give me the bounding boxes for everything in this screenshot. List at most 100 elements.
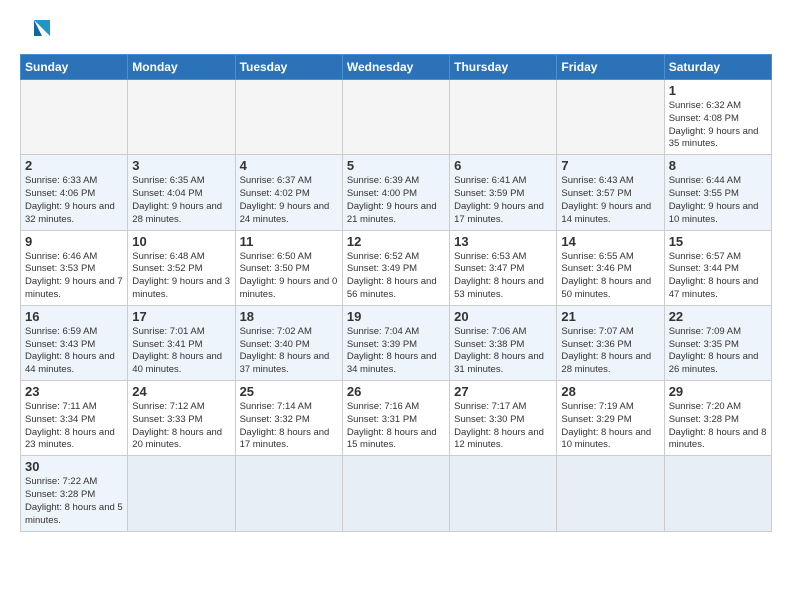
day-info: Sunrise: 7:14 AM Sunset: 3:32 PM Dayligh… [240,401,338,452]
day-info: Sunrise: 7:07 AM Sunset: 3:36 PM Dayligh… [561,326,659,377]
calendar-cell: 7 Sunrise: 6:43 AM Sunset: 3:57 PM Daylig… [557,155,664,230]
day-info: Sunrise: 6:53 AM Sunset: 3:47 PM Dayligh… [454,251,552,302]
calendar-cell [342,456,449,531]
day-number: 17 [132,309,230,324]
calendar-cell: 8 Sunrise: 6:44 AM Sunset: 3:55 PM Daylig… [664,155,771,230]
calendar-cell: 6Sunrise: 6:41 AM Sunset: 3:59 PM Daylig… [450,155,557,230]
day-number: 21 [561,309,659,324]
day-number: 14 [561,234,659,249]
calendar-week-row: 30 Sunrise: 7:22 AM Sunset: 3:28 PM Dayli… [21,456,772,531]
weekday-header-saturday: Saturday [664,55,771,80]
day-number: 24 [132,384,230,399]
calendar-cell: 21 Sunrise: 7:07 AM Sunset: 3:36 PM Dayli… [557,305,664,380]
calendar-cell: 11 Sunrise: 6:50 AM Sunset: 3:50 PM Dayli… [235,230,342,305]
day-number: 25 [240,384,338,399]
calendar-cell: 3 Sunrise: 6:35 AM Sunset: 4:04 PM Daylig… [128,155,235,230]
calendar-cell: 18 Sunrise: 7:02 AM Sunset: 3:40 PM Dayli… [235,305,342,380]
day-number: 6 [454,158,552,173]
calendar: SundayMondayTuesdayWednesdayThursdayFrid… [20,54,772,532]
day-number: 29 [669,384,767,399]
calendar-cell [450,80,557,155]
calendar-week-row: 23 Sunrise: 7:11 AM Sunset: 3:34 PM Dayli… [21,381,772,456]
day-number: 10 [132,234,230,249]
day-info: Sunrise: 7:04 AM Sunset: 3:39 PM Dayligh… [347,326,445,377]
day-info: Sunrise: 6:52 AM Sunset: 3:49 PM Dayligh… [347,251,445,302]
calendar-cell: 14 Sunrise: 6:55 AM Sunset: 3:46 PM Dayli… [557,230,664,305]
day-number: 26 [347,384,445,399]
calendar-cell: 23 Sunrise: 7:11 AM Sunset: 3:34 PM Dayli… [21,381,128,456]
calendar-week-row: 16 Sunrise: 6:59 AM Sunset: 3:43 PM Dayli… [21,305,772,380]
day-number: 27 [454,384,552,399]
calendar-cell: 25 Sunrise: 7:14 AM Sunset: 3:32 PM Dayli… [235,381,342,456]
day-number: 9 [25,234,123,249]
day-number: 30 [25,459,123,474]
day-number: 4 [240,158,338,173]
day-info: Sunrise: 6:43 AM Sunset: 3:57 PM Dayligh… [561,175,659,226]
day-number: 22 [669,309,767,324]
calendar-cell: 1 Sunrise: 6:32 AM Sunset: 4:08 PM Daylig… [664,80,771,155]
day-info: Sunrise: 6:39 AM Sunset: 4:00 PM Dayligh… [347,175,445,226]
day-info: Sunrise: 6:55 AM Sunset: 3:46 PM Dayligh… [561,251,659,302]
calendar-cell [128,456,235,531]
day-info: Sunrise: 6:33 AM Sunset: 4:06 PM Dayligh… [25,175,123,226]
day-number: 2 [25,158,123,173]
day-number: 18 [240,309,338,324]
day-info: Sunrise: 6:50 AM Sunset: 3:50 PM Dayligh… [240,251,338,302]
calendar-cell [128,80,235,155]
calendar-cell: 30 Sunrise: 7:22 AM Sunset: 3:28 PM Dayli… [21,456,128,531]
calendar-cell: 22 Sunrise: 7:09 AM Sunset: 3:35 PM Dayli… [664,305,771,380]
day-info: Sunrise: 6:35 AM Sunset: 4:04 PM Dayligh… [132,175,230,226]
calendar-cell [342,80,449,155]
calendar-cell: 20Sunrise: 7:06 AM Sunset: 3:38 PM Dayli… [450,305,557,380]
weekday-header-row: SundayMondayTuesdayWednesdayThursdayFrid… [21,55,772,80]
weekday-header-tuesday: Tuesday [235,55,342,80]
day-number: 12 [347,234,445,249]
day-number: 13 [454,234,552,249]
day-number: 5 [347,158,445,173]
calendar-cell [235,456,342,531]
calendar-cell [557,80,664,155]
day-info: Sunrise: 6:32 AM Sunset: 4:08 PM Dayligh… [669,100,767,151]
day-number: 23 [25,384,123,399]
day-info: Sunrise: 7:11 AM Sunset: 3:34 PM Dayligh… [25,401,123,452]
day-number: 19 [347,309,445,324]
day-info: Sunrise: 7:02 AM Sunset: 3:40 PM Dayligh… [240,326,338,377]
calendar-week-row: 9 Sunrise: 6:46 AM Sunset: 3:53 PM Daylig… [21,230,772,305]
day-info: Sunrise: 7:09 AM Sunset: 3:35 PM Dayligh… [669,326,767,377]
calendar-cell [21,80,128,155]
day-number: 8 [669,158,767,173]
day-number: 7 [561,158,659,173]
calendar-week-row: 1 Sunrise: 6:32 AM Sunset: 4:08 PM Daylig… [21,80,772,155]
weekday-header-sunday: Sunday [21,55,128,80]
calendar-cell [664,456,771,531]
calendar-cell: 2 Sunrise: 6:33 AM Sunset: 4:06 PM Daylig… [21,155,128,230]
calendar-cell: 10 Sunrise: 6:48 AM Sunset: 3:52 PM Dayli… [128,230,235,305]
calendar-cell [450,456,557,531]
day-number: 11 [240,234,338,249]
weekday-header-monday: Monday [128,55,235,80]
day-info: Sunrise: 6:59 AM Sunset: 3:43 PM Dayligh… [25,326,123,377]
day-number: 3 [132,158,230,173]
calendar-cell: 13 Sunrise: 6:53 AM Sunset: 3:47 PM Dayli… [450,230,557,305]
calendar-cell: 16 Sunrise: 6:59 AM Sunset: 3:43 PM Dayli… [21,305,128,380]
calendar-cell: 9 Sunrise: 6:46 AM Sunset: 3:53 PM Daylig… [21,230,128,305]
day-info: Sunrise: 6:46 AM Sunset: 3:53 PM Dayligh… [25,251,123,302]
calendar-cell: 17Sunrise: 7:01 AM Sunset: 3:41 PM Dayli… [128,305,235,380]
day-info: Sunrise: 7:12 AM Sunset: 3:33 PM Dayligh… [132,401,230,452]
day-info: Sunrise: 7:19 AM Sunset: 3:29 PM Dayligh… [561,401,659,452]
calendar-cell: 19 Sunrise: 7:04 AM Sunset: 3:39 PM Dayli… [342,305,449,380]
day-number: 16 [25,309,123,324]
day-number: 20 [454,309,552,324]
weekday-header-thursday: Thursday [450,55,557,80]
day-info: Sunrise: 6:44 AM Sunset: 3:55 PM Dayligh… [669,175,767,226]
logo [20,16,52,44]
day-info: Sunrise: 7:22 AM Sunset: 3:28 PM Dayligh… [25,476,123,527]
day-info: Sunrise: 7:20 AM Sunset: 3:28 PM Dayligh… [669,401,767,452]
day-info: Sunrise: 6:48 AM Sunset: 3:52 PM Dayligh… [132,251,230,302]
calendar-cell: 29 Sunrise: 7:20 AM Sunset: 3:28 PM Dayli… [664,381,771,456]
day-number: 15 [669,234,767,249]
calendar-cell: 12 Sunrise: 6:52 AM Sunset: 3:49 PM Dayli… [342,230,449,305]
day-number: 1 [669,83,767,98]
day-info: Sunrise: 7:16 AM Sunset: 3:31 PM Dayligh… [347,401,445,452]
calendar-cell: 4Sunrise: 6:37 AM Sunset: 4:02 PM Daylig… [235,155,342,230]
